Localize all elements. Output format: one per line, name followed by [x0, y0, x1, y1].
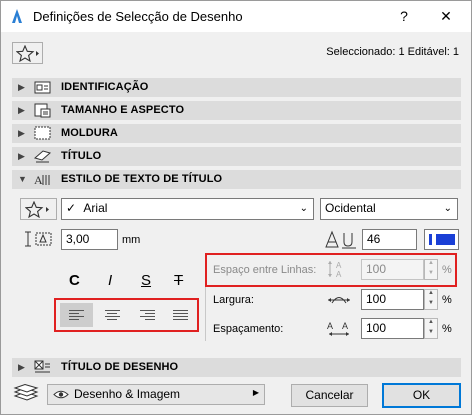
- pen-color-bar: [429, 234, 432, 245]
- line-spacing-icon: A A: [328, 261, 342, 278]
- pen-color-swatch: [436, 234, 455, 245]
- line-spacing-input[interactable]: 100: [361, 259, 424, 280]
- align-justify-icon: [173, 310, 188, 322]
- section-drawing-title[interactable]: ▶ TÍTULO DE DESENHO: [12, 358, 461, 377]
- favorites-button[interactable]: [12, 42, 43, 64]
- identification-icon: [34, 81, 51, 94]
- font-name-select[interactable]: ✓ Arial ⌄: [61, 198, 314, 220]
- align-right-button[interactable]: [131, 303, 164, 327]
- width-input[interactable]: 100: [361, 289, 424, 310]
- title-icon: [33, 150, 52, 163]
- chevron-right-icon: ▶: [18, 105, 25, 115]
- line-spacing-stepper[interactable]: [424, 259, 438, 280]
- letter-spacing-icon: A A: [327, 321, 349, 336]
- section-label: TÍTULO: [61, 150, 102, 162]
- spacing-input[interactable]: 100: [361, 318, 424, 339]
- view-option-menu[interactable]: Desenho & Imagem ▶: [47, 384, 265, 405]
- section-label: MOLDURA: [61, 127, 118, 139]
- underline-button[interactable]: S: [141, 272, 151, 289]
- chevron-right-icon: ▶: [18, 151, 25, 161]
- pen-icon: [325, 230, 356, 249]
- check-icon: ✓: [66, 201, 77, 215]
- svg-text:A: A: [327, 321, 333, 331]
- italic-button[interactable]: I: [108, 272, 112, 289]
- ok-button[interactable]: OK: [382, 383, 461, 408]
- section-frame[interactable]: ▶ MOLDURA: [12, 124, 461, 143]
- line-spacing-label: Espaço entre Linhas:: [213, 264, 317, 276]
- chevron-right-icon: ▶: [252, 388, 259, 397]
- font-size-unit: mm: [122, 234, 141, 246]
- chevron-right-icon: ▶: [18, 82, 25, 92]
- align-left-button[interactable]: [60, 303, 93, 327]
- dialog-window: Definições de Selecção de Desenho ? ✕ Se…: [0, 0, 472, 415]
- chevron-down-icon: ⌄: [443, 203, 452, 214]
- bold-button[interactable]: C: [69, 272, 80, 289]
- selection-status: Seleccionado: 1 Editável: 1: [326, 46, 459, 58]
- line-spacing-percent: %: [442, 264, 452, 276]
- spacing-stepper[interactable]: [424, 318, 438, 339]
- section-label: IDENTIFICAÇÃO: [61, 81, 149, 93]
- chevron-right-icon: ▶: [18, 128, 25, 138]
- close-button[interactable]: ✕: [435, 6, 457, 26]
- align-right-icon: [140, 310, 155, 322]
- spacing-label: Espaçamento:: [213, 323, 284, 335]
- drawing-title-icon: [34, 360, 50, 373]
- spacing-percent: %: [442, 323, 452, 335]
- svg-text:A: A: [336, 270, 342, 278]
- chevron-down-icon: ⌄: [299, 203, 308, 214]
- title-bar: Definições de Selecção de Desenho ? ✕: [1, 1, 471, 32]
- size-appearance-icon: [34, 103, 51, 118]
- section-size-appearance[interactable]: ▶ TAMANHO E ASPECTO: [12, 101, 461, 120]
- cancel-button[interactable]: Cancelar: [291, 384, 368, 407]
- text-style-icon: A: [34, 173, 50, 187]
- view-option-label: Desenho & Imagem: [74, 387, 181, 401]
- width-icon: [328, 297, 350, 304]
- section-label: ESTILO DE TEXTO DE TÍTULO: [61, 173, 223, 185]
- window-title: Definições de Selecção de Desenho: [33, 9, 243, 24]
- align-justify-button[interactable]: [164, 303, 197, 327]
- script-value: Ocidental: [325, 201, 376, 215]
- layers-icon: [13, 384, 39, 401]
- frame-icon: [34, 126, 51, 140]
- font-name-value: Arial: [83, 201, 108, 215]
- pen-number-input[interactable]: 46: [362, 229, 417, 250]
- width-stepper[interactable]: [424, 289, 438, 310]
- eye-icon: [53, 390, 69, 399]
- help-button[interactable]: ?: [393, 6, 415, 26]
- text-favorites-button[interactable]: [20, 198, 57, 220]
- section-label: TAMANHO E ASPECTO: [61, 104, 185, 116]
- pen-color-picker[interactable]: [424, 229, 459, 250]
- font-size-icon: [25, 231, 52, 247]
- section-title[interactable]: ▶ TÍTULO: [12, 147, 461, 166]
- width-label: Largura:: [213, 294, 254, 306]
- section-title-text-style[interactable]: ▼ A ESTILO DE TEXTO DE TÍTULO: [12, 170, 461, 189]
- align-left-icon: [69, 310, 84, 322]
- align-center-icon: [105, 310, 120, 322]
- align-center-button[interactable]: [96, 303, 129, 327]
- chevron-right-icon: ▶: [18, 362, 25, 372]
- font-size-input[interactable]: 3,00: [61, 229, 118, 250]
- archicad-app-icon: [9, 8, 25, 24]
- script-select[interactable]: Ocidental ⌄: [320, 198, 458, 220]
- svg-text:A: A: [342, 321, 348, 331]
- chevron-down-icon: ▼: [18, 174, 27, 184]
- svg-text:A: A: [336, 261, 342, 270]
- section-label: TÍTULO DE DESENHO: [61, 361, 179, 373]
- strikethrough-button[interactable]: T: [174, 272, 183, 289]
- svg-text:A: A: [34, 173, 43, 187]
- section-identification[interactable]: ▶ IDENTIFICAÇÃO: [12, 78, 461, 97]
- star-icon: [25, 201, 49, 218]
- star-icon: [16, 45, 39, 62]
- width-percent: %: [442, 294, 452, 306]
